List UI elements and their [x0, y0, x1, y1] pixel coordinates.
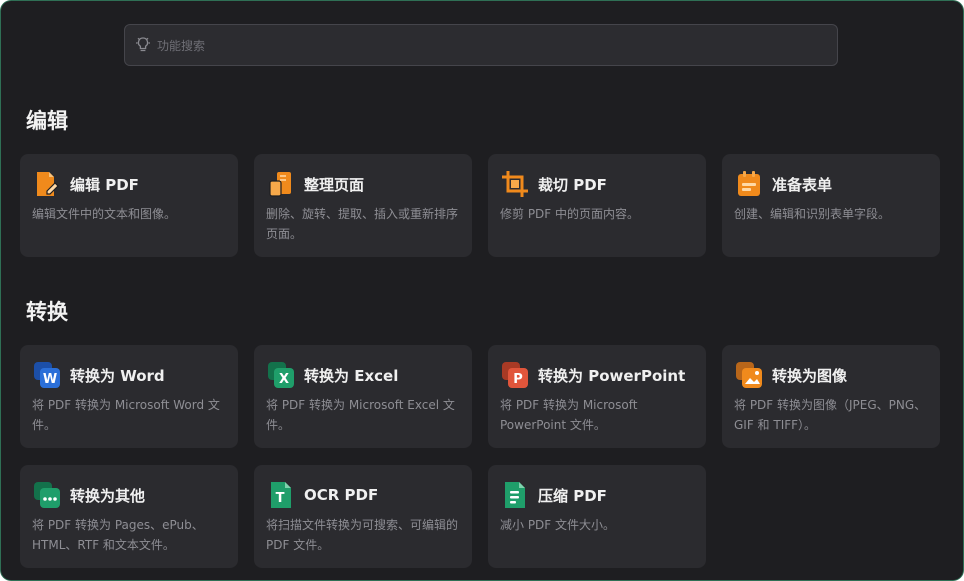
card-convert-excel[interactable]: X 转换为 Excel 将 PDF 转换为 Microsoft Excel 文件… — [254, 345, 472, 448]
card-organize-pages[interactable]: 整理页面 删除、旋转、提取、插入或重新排序页面。 — [254, 154, 472, 257]
crop-icon — [502, 171, 528, 197]
ocr-icon: T — [271, 482, 291, 508]
svg-text:T: T — [276, 491, 285, 506]
card-title: 转换为 Excel — [304, 366, 399, 385]
card-desc: 编辑文件中的文本和图像。 — [32, 207, 177, 221]
lightbulb-icon — [136, 37, 150, 52]
card-desc: 修剪 PDF 中的页面内容。 — [500, 207, 640, 221]
card-title: 转换为其他 — [70, 486, 146, 505]
card-title: OCR PDF — [304, 486, 379, 504]
section-title-convert: 转换 — [26, 300, 68, 324]
card-title: 转换为 Word — [70, 366, 165, 385]
image-icon — [736, 362, 762, 388]
card-title: 准备表单 — [772, 175, 833, 194]
organize-pages-icon — [269, 172, 291, 197]
excel-icon: X — [268, 362, 294, 388]
card-title: 转换为 PowerPoint — [538, 366, 686, 385]
other-formats-icon — [34, 482, 60, 508]
compress-icon — [505, 482, 525, 508]
card-prepare-form[interactable]: 准备表单 创建、编辑和识别表单字段。 — [722, 154, 940, 257]
card-ocr-pdf[interactable]: T OCR PDF 将扫描文件转换为可搜索、可编辑的 PDF 文件。 — [254, 465, 472, 568]
card-desc: 减小 PDF 文件大小。 — [500, 518, 616, 532]
section-title-edit: 编辑 — [26, 109, 68, 133]
card-desc: 将 PDF 转换为 Microsoft Word 文件。 — [32, 398, 220, 432]
powerpoint-icon: P — [502, 362, 528, 388]
word-icon: W — [34, 362, 60, 388]
card-desc: 创建、编辑和识别表单字段。 — [734, 207, 891, 221]
search-placeholder: 功能搜索 — [157, 38, 206, 53]
card-convert-powerpoint[interactable]: P 转换为 PowerPoint 将 PDF 转换为 Microsoft Pow… — [488, 345, 706, 448]
card-title: 裁切 PDF — [538, 175, 607, 194]
card-convert-word[interactable]: W 转换为 Word 将 PDF 转换为 Microsoft Word 文件。 — [20, 345, 238, 448]
svg-text:X: X — [279, 372, 289, 387]
svg-text:P: P — [513, 372, 523, 387]
card-convert-other[interactable]: 转换为其他 将 PDF 转换为 Pages、ePub、HTML、RTF 和文本文… — [20, 465, 238, 568]
tools-panel: 功能搜索 编辑 编辑 PDF 编辑文件中的文本和图像。 整理页面 删除、旋转、提… — [1, 1, 963, 580]
form-icon — [738, 171, 760, 196]
search-bar[interactable]: 功能搜索 — [124, 24, 838, 66]
card-compress-pdf[interactable]: 压缩 PDF 减小 PDF 文件大小。 — [488, 465, 706, 568]
card-edit-pdf[interactable]: 编辑 PDF 编辑文件中的文本和图像。 — [20, 154, 238, 257]
svg-text:W: W — [43, 372, 57, 387]
card-title: 编辑 PDF — [70, 175, 139, 194]
card-convert-image[interactable]: 转换为图像 将 PDF 转换为图像（JPEG、PNG、GIF 和 TIFF）。 — [722, 345, 940, 448]
card-desc: 将扫描文件转换为可搜索、可编辑的 PDF 文件。 — [266, 518, 459, 552]
card-title: 压缩 PDF — [538, 486, 607, 505]
card-desc: 将 PDF 转换为 Microsoft PowerPoint 文件。 — [500, 398, 638, 432]
card-title: 转换为图像 — [772, 366, 848, 385]
card-desc: 删除、旋转、提取、插入或重新排序页面。 — [266, 207, 459, 241]
card-title: 整理页面 — [304, 175, 365, 194]
card-desc: 将 PDF 转换为图像（JPEG、PNG、GIF 和 TIFF）。 — [734, 398, 927, 432]
card-desc: 将 PDF 转换为 Microsoft Excel 文件。 — [266, 398, 455, 432]
edit-pdf-icon — [37, 172, 59, 196]
card-crop-pdf[interactable]: 裁切 PDF 修剪 PDF 中的页面内容。 — [488, 154, 706, 257]
card-desc: 将 PDF 转换为 Pages、ePub、HTML、RTF 和文本文件。 — [32, 518, 204, 552]
